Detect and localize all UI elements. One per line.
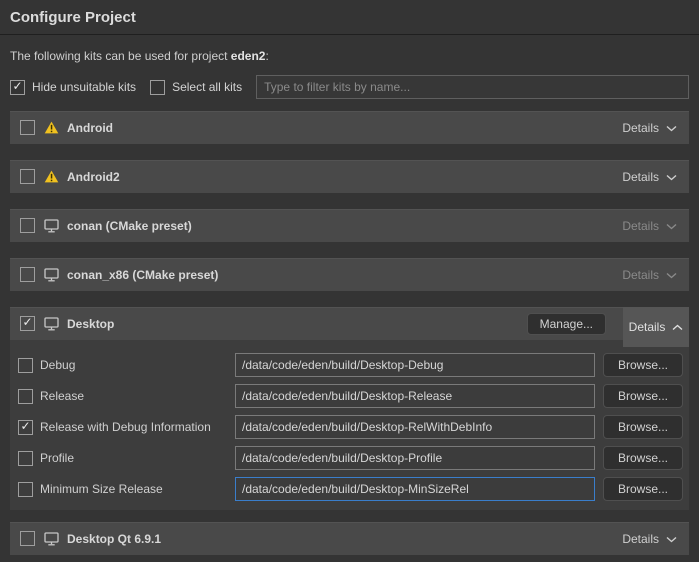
config-label: Release [40, 389, 235, 403]
config-label: Release with Debug Information [40, 420, 235, 434]
kit-section-desktop: Desktop Manage... Details Debug Browse..… [10, 307, 689, 510]
checkbox-box[interactable] [10, 80, 25, 95]
build-path-input[interactable] [235, 384, 595, 408]
kit-row-desktop-qt: Desktop Qt 6.9.1 Details [10, 522, 689, 555]
build-path-input[interactable] [235, 446, 595, 470]
chevron-down-icon [666, 170, 677, 184]
config-row-minsizerel: Minimum Size Release Browse... [10, 477, 683, 501]
browse-button[interactable]: Browse... [603, 446, 683, 470]
chevron-down-icon [666, 268, 677, 282]
details-button[interactable]: Details [622, 532, 677, 546]
kit-row-conan-x86: conan_x86 (CMake preset) Details [10, 258, 689, 291]
hide-unsuitable-kits-checkbox[interactable]: Hide unsuitable kits [10, 80, 136, 95]
desktop-icon [44, 219, 59, 233]
kit-name: conan (CMake preset) [67, 219, 192, 233]
browse-button[interactable]: Browse... [603, 384, 683, 408]
config-row-debug: Debug Browse... [10, 353, 683, 377]
kit-name: Android [67, 121, 113, 135]
config-row-profile: Profile Browse... [10, 446, 683, 470]
kit-filter-input[interactable] [256, 75, 689, 99]
details-label: Details [622, 170, 659, 184]
checkbox-label: Hide unsuitable kits [32, 80, 136, 94]
kit-list: Android Details Android2 Details conan (… [10, 111, 689, 555]
kit-name: conan_x86 (CMake preset) [67, 268, 218, 282]
intro-text: The following kits can be used for proje… [10, 49, 689, 63]
config-label: Minimum Size Release [40, 482, 235, 496]
kit-row-android: Android Details [10, 111, 689, 144]
page-title: Configure Project [0, 0, 699, 35]
checkbox-label: Select all kits [172, 80, 242, 94]
kit-row-android2: Android2 Details [10, 160, 689, 193]
chevron-up-icon [672, 320, 683, 334]
kit-name: Desktop Qt 6.9.1 [67, 532, 161, 546]
checkbox-box[interactable] [150, 80, 165, 95]
details-label: Details [622, 532, 659, 546]
config-checkbox[interactable] [18, 482, 33, 497]
kit-checkbox[interactable] [20, 531, 35, 546]
config-checkbox[interactable] [18, 420, 33, 435]
details-button[interactable]: Details [622, 170, 677, 184]
details-button-expanded[interactable]: Details [623, 307, 689, 347]
kit-row-desktop: Desktop Manage... [10, 307, 689, 340]
kit-checkbox[interactable] [20, 316, 35, 331]
config-checkbox[interactable] [18, 358, 33, 373]
config-label: Profile [40, 451, 235, 465]
kit-checkbox[interactable] [20, 267, 35, 282]
select-all-kits-checkbox[interactable]: Select all kits [150, 80, 242, 95]
project-name: eden2 [231, 49, 266, 63]
config-label: Debug [40, 358, 235, 372]
kit-checkbox[interactable] [20, 218, 35, 233]
warning-icon [44, 170, 59, 183]
details-button[interactable]: Details [622, 219, 677, 233]
config-checkbox[interactable] [18, 451, 33, 466]
desktop-icon [44, 317, 59, 331]
desktop-icon [44, 532, 59, 546]
desktop-icon [44, 268, 59, 282]
kit-name: Desktop [67, 317, 114, 331]
chevron-down-icon [666, 121, 677, 135]
chevron-down-icon [666, 219, 677, 233]
details-label: Details [622, 219, 659, 233]
config-checkbox[interactable] [18, 389, 33, 404]
browse-button[interactable]: Browse... [603, 415, 683, 439]
details-label: Details [622, 268, 659, 282]
config-row-relwithdebinfo: Release with Debug Information Browse... [10, 415, 683, 439]
browse-button[interactable]: Browse... [603, 477, 683, 501]
config-row-release: Release Browse... [10, 384, 683, 408]
details-button[interactable]: Details [622, 121, 677, 135]
warning-icon [44, 121, 59, 134]
build-path-input[interactable] [235, 477, 595, 501]
manage-button[interactable]: Manage... [527, 313, 606, 335]
kit-name: Android2 [67, 170, 120, 184]
details-button[interactable]: Details [622, 268, 677, 282]
filter-row: Hide unsuitable kits Select all kits [10, 75, 689, 99]
details-label: Details [629, 320, 666, 334]
intro-prefix: The following kits can be used for proje… [10, 49, 231, 63]
browse-button[interactable]: Browse... [603, 353, 683, 377]
intro-suffix: : [265, 49, 268, 63]
build-path-input[interactable] [235, 353, 595, 377]
build-path-input[interactable] [235, 415, 595, 439]
kit-checkbox[interactable] [20, 169, 35, 184]
chevron-down-icon [666, 532, 677, 546]
kit-checkbox[interactable] [20, 120, 35, 135]
details-label: Details [622, 121, 659, 135]
kit-row-conan: conan (CMake preset) Details [10, 209, 689, 242]
